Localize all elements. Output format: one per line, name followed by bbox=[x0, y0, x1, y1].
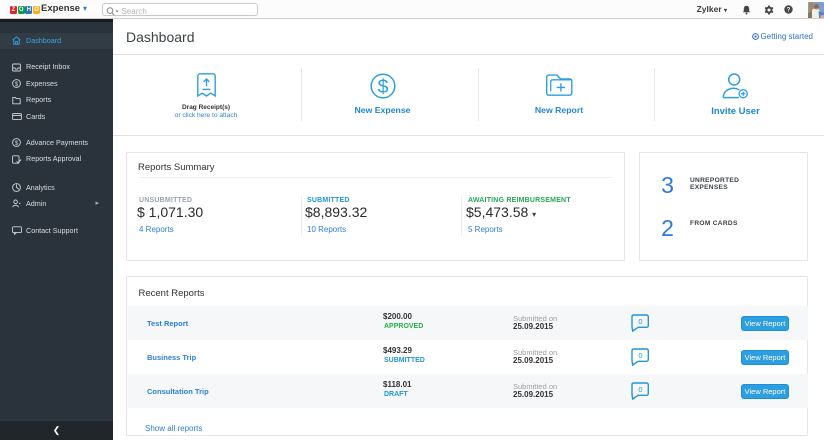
svg-text:$: $ bbox=[378, 76, 389, 98]
svg-text:0: 0 bbox=[638, 385, 642, 394]
svg-text:0: 0 bbox=[638, 317, 642, 326]
svg-text:0: 0 bbox=[638, 351, 642, 360]
svg-text:?: ? bbox=[787, 8, 791, 14]
